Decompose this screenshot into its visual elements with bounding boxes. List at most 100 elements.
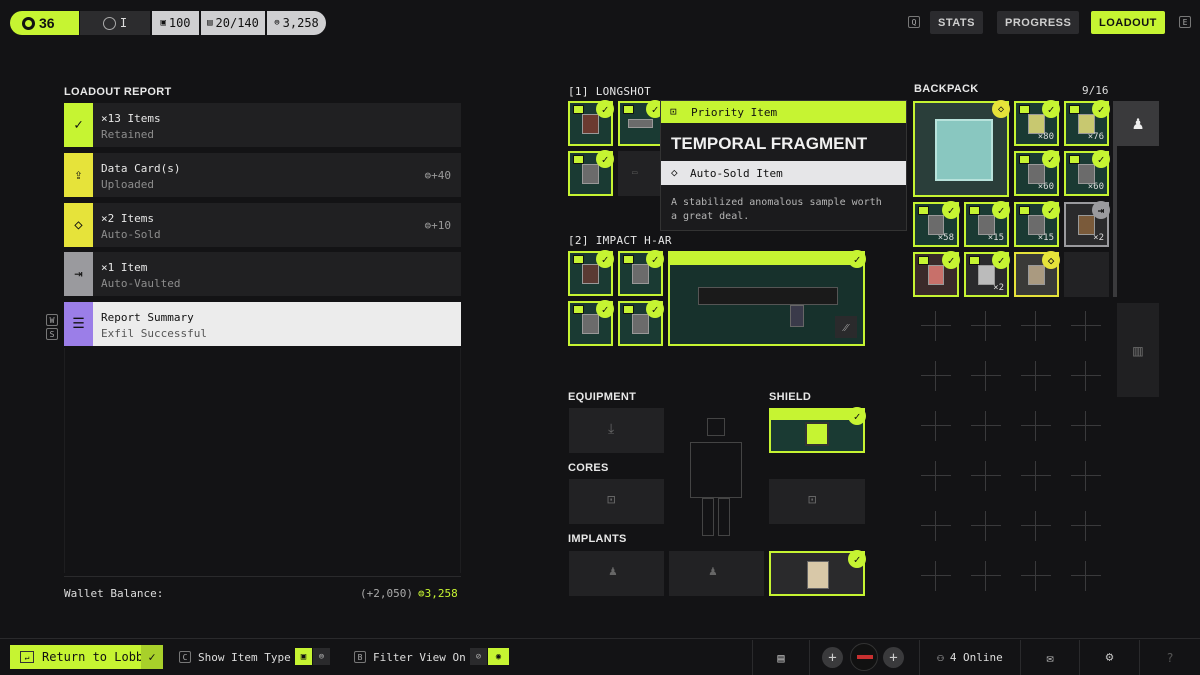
rank-badge[interactable]: I	[80, 11, 150, 35]
character-tab[interactable]: ♟	[1117, 101, 1159, 146]
empty-grid-marker	[921, 311, 951, 341]
empty-grid-marker	[1071, 561, 1101, 591]
storage-icon: ▤	[207, 18, 213, 28]
squad-panel: + +	[809, 640, 919, 675]
backpack-empty-slot[interactable]	[1064, 252, 1109, 297]
chat-icon: ▤	[777, 650, 785, 665]
impact-attachment-1[interactable]: ✓	[568, 250, 614, 296]
level-badge[interactable]: 36	[10, 11, 79, 35]
impact-attachment-3[interactable]: ✓	[568, 300, 614, 346]
item-type-toggle-off[interactable]: ⊜	[313, 648, 330, 665]
backpack-item-ammo-3[interactable]: ✓ ×60	[1014, 150, 1060, 196]
tab-loadout[interactable]: LOADOUT	[1091, 11, 1165, 34]
row-subtitle: Auto-Vaulted	[101, 277, 181, 290]
backpack-item-10[interactable]: ✓ ×2	[964, 251, 1010, 297]
check-icon: ✓	[848, 407, 866, 425]
person-icon: ♟	[1132, 113, 1144, 134]
check-icon: ✓	[596, 150, 614, 168]
check-icon: ✓	[992, 201, 1010, 219]
row-subtitle: Exfil Successful	[101, 327, 207, 340]
empty-grid-marker	[971, 511, 1001, 541]
empty-grid-marker	[971, 311, 1001, 341]
report-title: LOADOUT REPORT	[64, 86, 172, 98]
longshot-attachment-3[interactable]: ✓	[568, 150, 614, 196]
wallet-label: Wallet Balance:	[64, 587, 164, 600]
report-row-data-cards[interactable]: ⇪ Data Card(s) Uploaded ⊜+40	[64, 153, 461, 197]
mail-button[interactable]: ✉	[1020, 640, 1079, 675]
backpack-item-8[interactable]: ⇥ ×2	[1064, 201, 1110, 247]
tab-stats[interactable]: STATS	[930, 11, 983, 34]
weapon-topbar	[670, 253, 863, 265]
item-tooltip: ⊡ Priority Item TEMPORAL FRAGMENT ◇ Auto…	[660, 100, 907, 231]
impact-attachment-4[interactable]: ✓	[618, 300, 664, 346]
return-to-lobby-button[interactable]: ↵ Return to Lobby ✓	[10, 645, 163, 669]
impact-attachment-2[interactable]: ✓	[618, 250, 664, 296]
longshot-attachment-1[interactable]: ✓	[568, 100, 614, 146]
stat-cards: ▣ 100	[152, 11, 199, 35]
vault-icon: ⇥	[64, 252, 93, 296]
show-item-type-label[interactable]: Show Item Type	[198, 651, 291, 664]
check-icon: ✓	[1042, 100, 1060, 118]
settings-button[interactable]: ⚙	[1079, 640, 1139, 675]
backpack-item-7[interactable]: ✓ ×15	[1014, 201, 1060, 247]
tooltip-priority-bar: ⊡ Priority Item	[661, 101, 906, 123]
backpack-item-6[interactable]: ✓ ×15	[964, 201, 1010, 247]
equipment-title: EQUIPMENT	[568, 391, 637, 403]
backpack-item-9[interactable]: ✓	[913, 251, 960, 297]
chat-button[interactable]: ▤	[752, 640, 809, 675]
tooltip-title: TEMPORAL FRAGMENT	[671, 134, 868, 153]
filter-visible-toggle[interactable]: ◉	[488, 648, 509, 665]
mail-icon: ✉	[1046, 650, 1054, 665]
tab-progress[interactable]: PROGRESS	[997, 11, 1080, 34]
storage-tab[interactable]: ▥	[1117, 303, 1159, 397]
longshot-attachment-2[interactable]: ✓	[618, 100, 664, 146]
weapon-1-title: [1] LONGSHOT	[568, 85, 652, 98]
backpack-item-ammo-2[interactable]: ✓ ×76	[1064, 100, 1110, 146]
implant-slot-2[interactable]: ♟	[669, 551, 764, 596]
help-button[interactable]: ?	[1139, 640, 1200, 675]
online-friends-button[interactable]: ⚇ 4 Online	[919, 640, 1020, 675]
implant-slot-1[interactable]: ♟	[569, 551, 664, 596]
check-icon: ✓	[942, 201, 960, 219]
upload-icon: ⇪	[64, 153, 93, 197]
equipment-slot[interactable]: ⤓	[569, 408, 664, 453]
core-slot-2[interactable]: ⊡	[769, 479, 865, 524]
row-title: ×1 Item	[101, 261, 148, 274]
auto-sold-icon: ◇	[64, 203, 93, 247]
impact-h-ar-weapon[interactable]: ⁄⁄ ✓	[668, 250, 866, 346]
add-player-button-right[interactable]: +	[883, 647, 904, 668]
empty-grid-marker	[921, 461, 951, 491]
row-subtitle: Auto-Sold	[101, 228, 161, 241]
report-row-retained[interactable]: ✓ ×13 Items Retained	[64, 103, 461, 147]
check-icon: ✓	[64, 103, 93, 147]
backpack-item-ammo-4[interactable]: ✓ ×60	[1064, 150, 1110, 196]
shield-item-icon	[805, 422, 829, 446]
key-w: W	[46, 314, 58, 326]
empty-grid-marker	[1021, 511, 1051, 541]
backpack-item-11[interactable]: ◇	[1014, 251, 1060, 297]
player-avatar[interactable]	[850, 643, 878, 671]
report-row-auto-vaulted[interactable]: ⇥ ×1 Item Auto-Vaulted	[64, 252, 461, 296]
vault-icon: ⇥	[1092, 201, 1110, 219]
report-row-auto-sold[interactable]: ◇ ×2 Items Auto-Sold ⊜+10	[64, 203, 461, 247]
backpack-item-5[interactable]: ✓ ×58	[913, 201, 960, 247]
rank-icon	[102, 16, 116, 30]
key-q: Q	[908, 16, 920, 28]
core-icon: ⊡	[808, 492, 817, 508]
filter-hidden-toggle[interactable]: ⊘	[470, 648, 487, 665]
longshot-empty-slot[interactable]: ▭	[618, 151, 663, 196]
check-icon: ✓	[596, 300, 614, 318]
item-type-toggle-on[interactable]: ▣	[295, 648, 312, 665]
add-player-button-left[interactable]: +	[822, 647, 843, 668]
backpack-item-ammo-1[interactable]: ✓ ×80	[1014, 100, 1060, 146]
report-row-summary[interactable]: ☰ Report Summary Exfil Successful	[64, 302, 461, 346]
shield-slot[interactable]: ✓	[769, 407, 866, 453]
attachment-icon: ▭	[632, 168, 638, 178]
backpack-temporal-fragment[interactable]: ◇	[913, 100, 1010, 197]
filter-view-label[interactable]: Filter View On	[373, 651, 466, 664]
swap-icon[interactable]: ⁄⁄	[835, 316, 857, 338]
implant-slot-3[interactable]: ✓	[769, 550, 866, 596]
core-slot-1[interactable]: ⊡	[569, 479, 664, 524]
empty-grid-marker	[1021, 311, 1051, 341]
empty-grid-marker	[971, 411, 1001, 441]
